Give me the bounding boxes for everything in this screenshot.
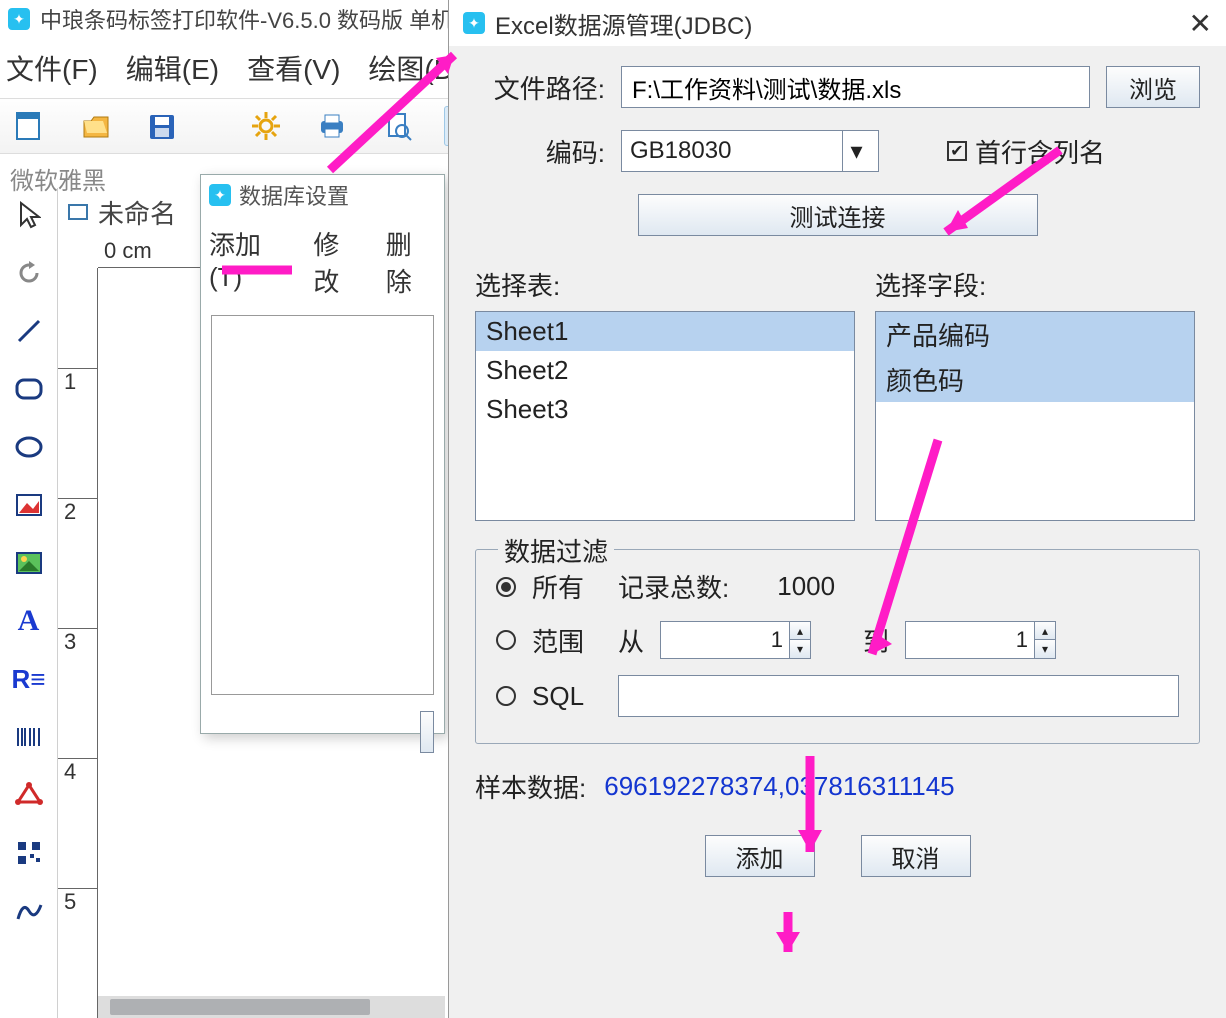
image-tool-icon[interactable] <box>8 484 50 526</box>
db-popup-icon: ✦ <box>209 184 231 206</box>
from-value[interactable]: 1 <box>660 621 790 659</box>
open-file-icon[interactable] <box>76 106 116 146</box>
cancel-button[interactable]: 取消 <box>861 835 971 877</box>
jdbc-title: Excel数据源管理(JDBC) <box>495 6 752 41</box>
rotate-tool-icon[interactable] <box>8 252 50 294</box>
fields-listbox[interactable]: 产品编码 颜色码 <box>875 311 1195 521</box>
checkbox-icon: ✔ <box>947 141 967 161</box>
ruler-tick: 1 <box>58 368 98 395</box>
app-icon: ✦ <box>8 8 30 30</box>
ruler-tick: 3 <box>58 628 98 655</box>
radio-sql[interactable] <box>496 686 516 706</box>
to-value[interactable]: 1 <box>905 621 1035 659</box>
encoding-label: 编码: <box>475 133 605 170</box>
spin-up-icon[interactable]: ▴ <box>1035 622 1055 640</box>
jdbc-body: 文件路径: 浏览 编码: GB18030 ▾ ✔ 首行含列名 测试连接 选择表:… <box>449 46 1226 897</box>
from-label: 从 <box>618 622 644 659</box>
app-title: 中琅条码标签打印软件-V6.5.0 数码版 单机 <box>40 3 453 35</box>
radio-range-label: 范围 <box>532 622 602 659</box>
barcode-tool-icon[interactable] <box>8 716 50 758</box>
document-tab-icon <box>68 204 88 220</box>
data-filter-fieldset: 数据过滤 所有 记录总数: 1000 范围 从 1 ▴▾ 到 1 <box>475 549 1200 744</box>
sample-label: 样本数据: <box>475 768 586 805</box>
db-popup-hidden-button[interactable] <box>420 711 434 753</box>
db-connection-list[interactable] <box>211 315 434 695</box>
print-icon[interactable] <box>312 106 352 146</box>
spin-down-icon[interactable]: ▾ <box>790 640 810 658</box>
db-popup-buttonbar <box>201 701 444 763</box>
table-item[interactable]: Sheet3 <box>476 390 854 429</box>
jdbc-dialog-icon: ✦ <box>463 12 485 34</box>
tables-listbox[interactable]: Sheet1 Sheet2 Sheet3 <box>475 311 855 521</box>
ellipse-tool-icon[interactable] <box>8 426 50 468</box>
radio-range[interactable] <box>496 630 516 650</box>
ruler-tick: 5 <box>58 888 98 915</box>
jdbc-dialog: ✦ Excel数据源管理(JDBC) ✕ 文件路径: 浏览 编码: GB1803… <box>448 0 1226 1018</box>
path-label: 文件路径: <box>475 69 605 106</box>
scrollbar-thumb[interactable] <box>110 999 370 1015</box>
ruler-zero-label: 0 cm <box>104 238 152 264</box>
field-item[interactable]: 颜色码 <box>876 357 1194 402</box>
roundrect-tool-icon[interactable] <box>8 368 50 410</box>
test-connection-button[interactable]: 测试连接 <box>638 194 1038 236</box>
horizontal-scrollbar[interactable] <box>98 996 445 1018</box>
jdbc-titlebar: ✦ Excel数据源管理(JDBC) ✕ <box>449 0 1226 46</box>
db-popup-menu: 添加(T) 修改 删除 <box>201 215 444 309</box>
picture-tool-icon[interactable] <box>8 542 50 584</box>
save-file-icon[interactable] <box>142 106 182 146</box>
cursor-tool-icon[interactable] <box>8 194 50 236</box>
from-spinner[interactable]: 1 ▴▾ <box>660 621 811 659</box>
settings-gear-icon[interactable] <box>246 106 286 146</box>
table-item[interactable]: Sheet2 <box>476 351 854 390</box>
sql-input[interactable] <box>618 675 1179 717</box>
radio-sql-label: SQL <box>532 681 602 712</box>
db-add-menu[interactable]: 添加(T) <box>209 225 291 299</box>
spin-down-icon[interactable]: ▾ <box>1035 640 1055 658</box>
table-item[interactable]: Sheet1 <box>476 312 854 351</box>
menu-view[interactable]: 查看(V) <box>247 48 340 88</box>
to-spinner[interactable]: 1 ▴▾ <box>905 621 1056 659</box>
menu-edit[interactable]: 编辑(E) <box>126 48 219 88</box>
field-item[interactable]: 产品编码 <box>876 312 1194 357</box>
richtext-tool-icon[interactable]: R≡ <box>8 658 50 700</box>
to-label: 到 <box>863 622 889 659</box>
db-popup-title: 数据库设置 <box>239 179 349 211</box>
db-edit-menu[interactable]: 修改 <box>313 225 363 299</box>
data-filter-legend: 数据过滤 <box>498 532 614 569</box>
radio-all[interactable] <box>496 577 516 597</box>
browse-button[interactable]: 浏览 <box>1106 66 1200 108</box>
file-path-input[interactable] <box>621 66 1090 108</box>
left-tool-palette: A R≡ <box>0 188 58 1018</box>
ruler-tick: 2 <box>58 498 98 525</box>
document-tab-label: 未命名 <box>98 194 176 231</box>
db-delete-menu[interactable]: 删除 <box>386 225 436 299</box>
polygon-tool-icon[interactable] <box>8 774 50 816</box>
qrcode-tool-icon[interactable] <box>8 832 50 874</box>
radio-all-label: 所有 <box>532 568 602 605</box>
select-table-label: 选择表: <box>475 266 875 303</box>
ruler-tick: 4 <box>58 758 98 785</box>
first-row-header-label: 首行含列名 <box>975 133 1105 170</box>
database-settings-popup: ✦ 数据库设置 添加(T) 修改 删除 <box>200 174 445 734</box>
ruler-vertical: 1 2 3 4 5 <box>58 268 98 1018</box>
close-icon[interactable]: ✕ <box>1189 7 1212 40</box>
record-total-value: 1000 <box>777 571 835 602</box>
curve-tool-icon[interactable] <box>8 890 50 932</box>
text-tool-icon[interactable]: A <box>8 600 50 642</box>
line-tool-icon[interactable] <box>8 310 50 352</box>
db-popup-titlebar: ✦ 数据库设置 <box>201 175 444 215</box>
new-file-icon[interactable] <box>10 106 50 146</box>
spin-up-icon[interactable]: ▴ <box>790 622 810 640</box>
sample-data-value: 696192278374,037816311145 <box>604 771 954 802</box>
add-button[interactable]: 添加 <box>705 835 815 877</box>
first-row-header-checkbox[interactable]: ✔ 首行含列名 <box>947 133 1105 170</box>
chevron-down-icon: ▾ <box>842 131 870 171</box>
preview-icon[interactable] <box>378 106 418 146</box>
menu-file[interactable]: 文件(F) <box>6 48 98 88</box>
record-total-label: 记录总数: <box>618 568 729 605</box>
select-field-label: 选择字段: <box>875 266 986 303</box>
encoding-select[interactable]: GB18030 ▾ <box>621 130 879 172</box>
encoding-value: GB18030 <box>630 137 731 165</box>
